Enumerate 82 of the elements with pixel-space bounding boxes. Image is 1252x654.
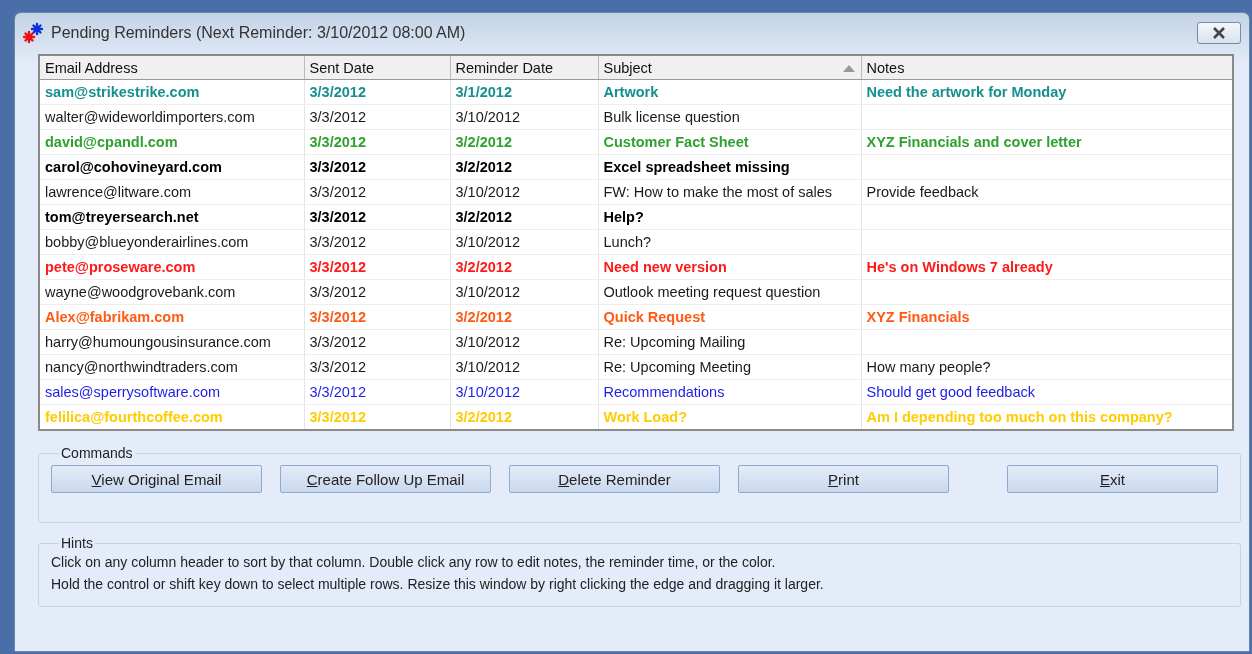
table-cell: harry@humoungousinsurance.com [45, 334, 271, 350]
table-cell: david@cpandl.com [45, 134, 178, 150]
table-cell: 3/10/2012 [455, 184, 520, 200]
table-cell: Am I depending too much on this company? [866, 409, 1173, 425]
app-icon [23, 22, 45, 44]
column-header[interactable]: Sent Date [304, 55, 450, 80]
table-cell: Work Load? [603, 409, 687, 425]
command-button[interactable]: View Original Email [51, 465, 262, 493]
table-cell: 3/10/2012 [455, 284, 520, 300]
table-cell: Need the artwork for Monday [866, 84, 1067, 100]
table-cell: 3/3/2012 [309, 259, 366, 275]
table-cell: 3/10/2012 [455, 384, 520, 400]
table-cell: bobby@blueyonderairlines.com [45, 234, 249, 250]
table-cell: Excel spreadsheet missing [603, 159, 790, 175]
table-cell: 3/2/2012 [455, 134, 512, 150]
table-cell: He's on Windows 7 already [866, 259, 1053, 275]
table-cell: lawrence@litware.com [45, 184, 192, 200]
group-title: Hints [60, 535, 94, 551]
table-cell: 3/3/2012 [309, 234, 366, 250]
table-cell: 3/3/2012 [309, 284, 366, 300]
table-cell: felilica@fourthcoffee.com [45, 409, 223, 425]
table-cell: Outlook meeting request question [603, 284, 821, 300]
table-cell: 3/10/2012 [455, 334, 520, 350]
table-cell: nancy@northwindtraders.com [45, 359, 238, 375]
table-cell: sam@strikestrike.com [45, 84, 200, 100]
hint-text: Hold the control or shift key down to select multiple rows. Resize this window by right clicking the edge and dragging it larger. [51, 575, 825, 594]
table-cell: 3/2/2012 [455, 259, 512, 275]
table-cell: Re: Upcoming Meeting [603, 359, 751, 375]
table-cell: 3/3/2012 [309, 309, 366, 325]
table-cell: 3/3/2012 [309, 84, 366, 100]
table-cell: Bulk license question [603, 109, 740, 125]
command-button[interactable]: Create Follow Up Email [280, 465, 491, 493]
table-cell: wayne@woodgrovebank.com [45, 284, 236, 300]
command-button[interactable]: Print [738, 465, 949, 493]
table-cell: 3/2/2012 [455, 159, 512, 175]
table-cell: 3/2/2012 [455, 409, 512, 425]
group-title: Commands [60, 445, 134, 461]
table-cell: Help? [603, 209, 644, 225]
table-cell: 3/3/2012 [309, 109, 366, 125]
close-icon [1211, 27, 1227, 39]
close-button[interactable] [1197, 22, 1241, 44]
table-cell: Alex@fabrikam.com [45, 309, 185, 325]
table-cell: 3/10/2012 [455, 109, 520, 125]
column-header[interactable]: Email Address [39, 55, 304, 80]
table-cell: 3/3/2012 [309, 334, 366, 350]
table-cell: Re: Upcoming Mailing [603, 334, 746, 350]
table-cell: Provide feedback [866, 184, 979, 200]
table-cell: Need new version [603, 259, 727, 275]
command-button[interactable]: Exit [1007, 465, 1218, 493]
table-cell: 3/2/2012 [455, 309, 512, 325]
table-cell: Recommendations [603, 384, 725, 400]
table-cell: carol@cohovineyard.com [45, 159, 222, 175]
table-cell: Customer Fact Sheet [603, 134, 749, 150]
table-cell: 3/3/2012 [309, 134, 366, 150]
table-cell: How many people? [866, 359, 991, 375]
table-cell: 3/2/2012 [455, 209, 512, 225]
table-cell: Artwork [603, 84, 659, 100]
hint-text: Click on any column header to sort by that column. Double click any row to edit notes, the reminder time, or the color. [51, 553, 777, 572]
table-cell: 3/3/2012 [309, 184, 366, 200]
table-cell: 3/10/2012 [455, 234, 520, 250]
table-cell: Quick Request [603, 309, 706, 325]
table-cell: 3/1/2012 [455, 84, 512, 100]
window-title: Pending Reminders (Next Reminder: 3/10/2012 08:00 AM) [51, 24, 467, 42]
table-cell: 3/3/2012 [309, 209, 366, 225]
table-cell: 3/3/2012 [309, 384, 366, 400]
table-cell: Lunch? [603, 234, 652, 250]
table-cell: pete@proseware.com [45, 259, 196, 275]
table-cell: 3/10/2012 [455, 359, 520, 375]
table-cell: 3/3/2012 [309, 409, 366, 425]
column-header[interactable]: Notes [861, 55, 1233, 80]
column-header[interactable]: Reminder Date [450, 55, 598, 80]
table-cell: tom@treyersearch.net [45, 209, 199, 225]
table-cell: 3/3/2012 [309, 159, 366, 175]
table-cell: walter@wideworldimporters.com [45, 109, 255, 125]
table-cell: Should get good feedback [866, 384, 1035, 400]
table-cell: XYZ Financials [866, 309, 970, 325]
table-cell: FW: How to make the most of sales [603, 184, 833, 200]
table-cell: XYZ Financials and cover letter [866, 134, 1082, 150]
column-header[interactable]: Subject [598, 55, 861, 80]
table-cell: sales@sperrysoftware.com [45, 384, 221, 400]
table-cell: 3/3/2012 [309, 359, 366, 375]
command-button[interactable]: Delete Reminder [509, 465, 720, 493]
